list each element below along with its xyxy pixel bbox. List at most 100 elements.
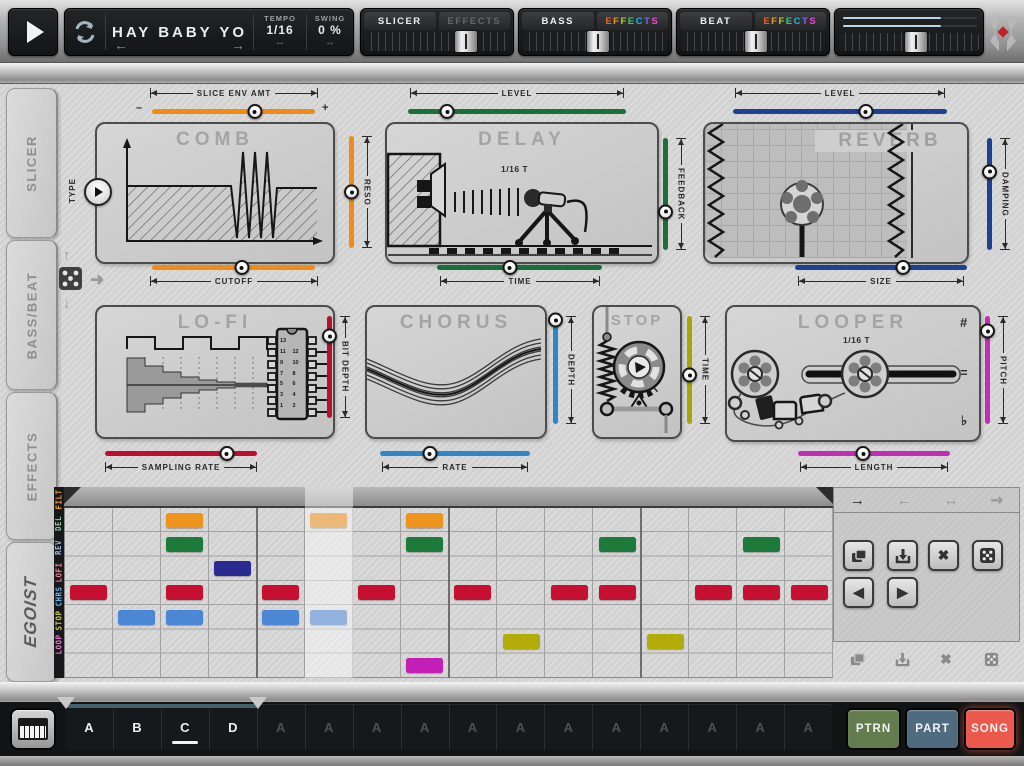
step-cell-filt-3[interactable] [166,513,203,528]
looper-length-slider[interactable] [798,446,950,461]
step-cell-lofi-16[interactable] [791,585,828,600]
reverb-damping-slider[interactable] [982,138,997,250]
step-cell-lofi-14[interactable] [695,585,732,600]
comb-reso-slider[interactable] [344,136,359,248]
swing-drag-icon[interactable]: ↔ [325,37,335,49]
looper-pitch-slider[interactable] [980,316,995,424]
step-cell-chrs-3[interactable] [166,610,203,625]
pattern-slot-15[interactable]: A [737,704,785,750]
step-cell-chrs-2[interactable] [118,610,155,625]
chorus-rate-slider[interactable] [380,446,530,461]
swing-control[interactable]: SWING 0 % ↔ [307,9,353,55]
step-cell-del-12[interactable] [599,537,636,552]
lofi-bitdepth-slider[interactable] [322,316,337,418]
pattern-slot-4[interactable]: D [210,704,258,750]
random-all-button[interactable] [982,650,1000,668]
step-cell-del-3[interactable] [166,537,203,552]
slicer-effects-button[interactable]: EFFECTS [439,12,511,30]
pattern-slot-16[interactable]: A [785,704,832,750]
step-cell-lofi-12[interactable] [599,585,636,600]
slicer-crossfader[interactable] [365,32,509,51]
tempo-drag-icon[interactable]: ↔ [275,37,285,49]
direction-forward-icon[interactable]: → [850,493,865,508]
volume-slider[interactable] [839,33,979,51]
delay-level-slider[interactable] [408,104,626,119]
pattern-slot-5[interactable]: A [258,704,306,750]
slice-env-amt-slider[interactable] [152,104,315,119]
bass-crossfader[interactable] [523,32,667,51]
position-bar[interactable] [64,487,833,508]
stop-time-slider[interactable] [682,316,697,424]
step-cell-lofi-11[interactable] [551,585,588,600]
pattern-slot-3[interactable]: C [162,704,210,750]
reverb-size-slider[interactable] [795,260,967,275]
pattern-slot-12[interactable]: A [593,704,641,750]
pattern-slot-1[interactable]: A [66,704,114,750]
pattern-slot-6[interactable]: A [306,704,354,750]
step-cell-loop-8[interactable] [406,658,443,673]
tab-effects[interactable]: EFFECTS [6,392,58,540]
part-loop-end-marker[interactable] [249,697,267,709]
dice-icon[interactable] [58,266,83,291]
step-cell-del-15[interactable] [743,537,780,552]
direction-random-icon[interactable]: ⇝ [990,493,1003,508]
slicer-crossfader-handle[interactable] [454,30,478,53]
step-cell-filt-6[interactable] [310,513,347,528]
slicer-source-button[interactable]: SLICER [364,12,436,30]
reverb-level-slider[interactable] [733,104,947,119]
step-cell-rev-4[interactable] [214,561,251,576]
pattern-slot-13[interactable]: A [641,704,689,750]
beat-effects-button[interactable]: EFFECTS [755,12,827,30]
pattern-slot-7[interactable]: A [354,704,402,750]
comb-type-button[interactable] [84,178,112,206]
paste-all-button[interactable] [893,650,911,668]
copy-all-button[interactable] [848,650,866,668]
step-cell-lofi-7[interactable] [358,585,395,600]
bass-source-button[interactable]: BASS [522,12,594,30]
beat-source-button[interactable]: BEAT [680,12,752,30]
step-cell-stop-10[interactable] [503,634,540,649]
direction-pingpong-icon[interactable]: ↔ [944,493,959,508]
pattern-slot-8[interactable]: A [402,704,450,750]
delay-feedback-slider[interactable] [658,138,673,250]
clear-all-button[interactable]: ✖ [937,650,955,668]
step-grid[interactable] [64,508,833,678]
preset-next-arrow[interactable]: → [231,37,245,53]
pattern-slot-10[interactable]: A [497,704,545,750]
mode-button-part[interactable]: PART [905,708,960,750]
step-cell-chrs-5[interactable] [262,610,299,625]
sync-button[interactable] [65,9,105,55]
step-cell-lofi-1[interactable] [70,585,107,600]
random-button[interactable] [972,540,1003,571]
step-cell-lofi-3[interactable] [166,585,203,600]
copy-button[interactable] [843,540,874,571]
step-cell-stop-13[interactable] [647,634,684,649]
play-button[interactable] [8,8,58,56]
pattern-slot-2[interactable]: B [114,704,162,750]
preset-prev-arrow[interactable]: ← [114,37,128,53]
beat-crossfader[interactable] [681,32,825,51]
tempo-control[interactable]: TEMPO 1/16 ↔ [254,9,306,55]
step-cell-filt-8[interactable] [406,513,443,528]
paste-button[interactable] [887,540,918,571]
pattern-slot-11[interactable]: A [545,704,593,750]
step-cell-chrs-6[interactable] [310,610,347,625]
direction-backward-icon[interactable]: ← [897,493,912,508]
loop-start-marker[interactable] [64,487,81,504]
loop-end-marker[interactable] [816,487,833,504]
randomize-up-arrow[interactable]: ↑ [63,248,71,263]
randomize-down-arrow[interactable]: ↓ [63,296,71,311]
clear-button[interactable]: ✖ [928,540,959,571]
pattern-slot-14[interactable]: A [689,704,737,750]
comb-cutoff-slider[interactable] [152,260,315,275]
step-cell-lofi-15[interactable] [743,585,780,600]
shift-left-button[interactable]: ◀ [843,577,874,608]
bass-crossfader-handle[interactable] [586,30,610,53]
lofi-sampling-rate-slider[interactable] [105,446,257,461]
pattern-slot-9[interactable]: A [450,704,498,750]
randomize-right-arrow[interactable]: ➜ [90,271,104,288]
delay-time-slider[interactable] [437,260,602,275]
tab-slicer[interactable]: SLICER [6,88,58,238]
step-cell-lofi-9[interactable] [454,585,491,600]
keyboard-mode-button[interactable] [10,708,56,750]
